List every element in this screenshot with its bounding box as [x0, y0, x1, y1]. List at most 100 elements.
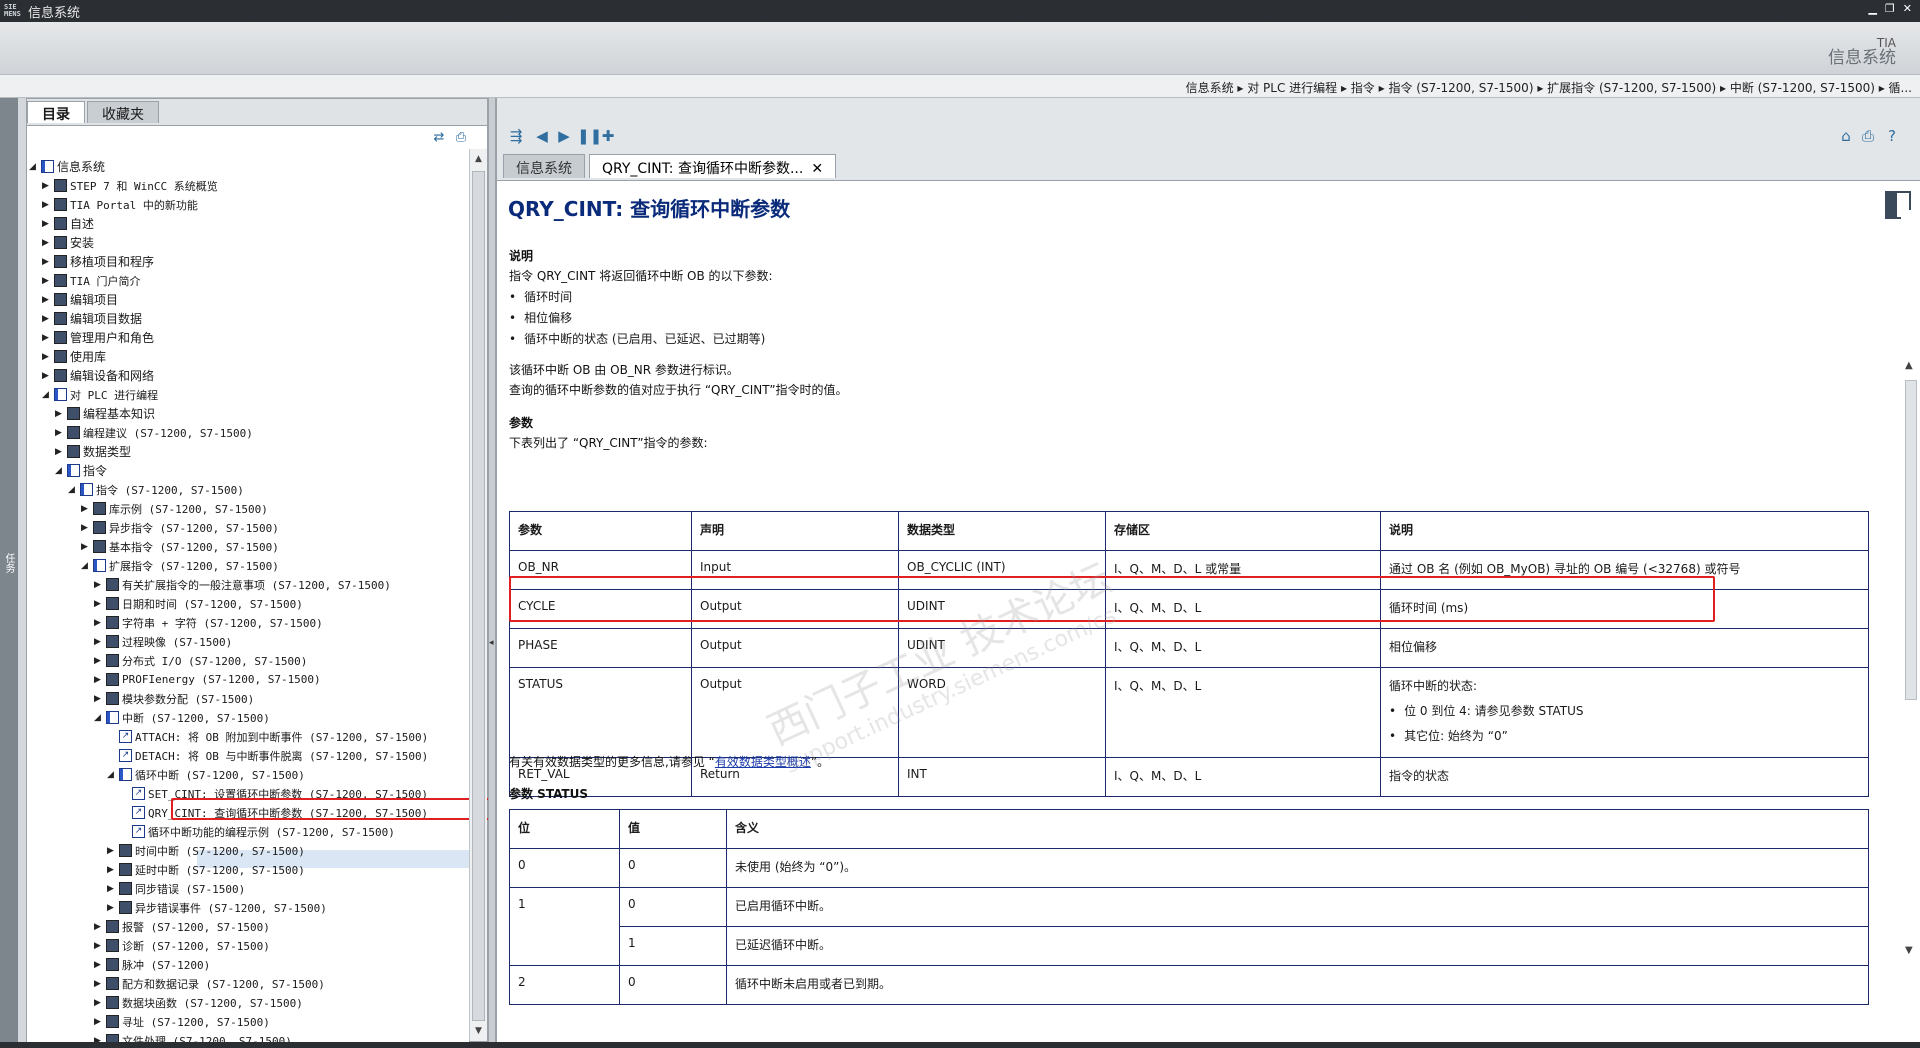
tree-item[interactable]: ◢ 指令: [55, 461, 107, 480]
collapsed-arrow-icon[interactable]: ▶: [81, 504, 93, 514]
tree-item[interactable]: ▶ 字符串 + 字符 (S7-1200, S7-1500): [94, 613, 323, 632]
collapsed-arrow-icon[interactable]: ▶: [94, 599, 106, 609]
tree-item[interactable]: ▶ TIA Portal 中的新功能: [42, 195, 198, 214]
expanded-arrow-icon[interactable]: ◢: [107, 770, 119, 780]
expanded-arrow-icon[interactable]: ◢: [42, 390, 54, 400]
collapsed-arrow-icon[interactable]: ▶: [94, 979, 106, 989]
tree-item[interactable]: ▶ 编辑项目: [42, 290, 118, 309]
tree-item[interactable]: ↗ ATTACH: 将 OB 附加到中断事件 (S7-1200, S7-1500): [107, 727, 428, 746]
tree-item[interactable]: ▶ 编程建议 (S7-1200, S7-1500): [55, 423, 253, 442]
tree-item[interactable]: ▶ 库示例 (S7-1200, S7-1500): [81, 499, 268, 518]
breadcrumb[interactable]: 信息系统 ▸ 对 PLC 进行编程 ▸ 指令 ▸ 指令 (S7-1200, S7…: [0, 74, 1920, 98]
tree-item[interactable]: ↗ DETACH: 将 OB 与中断事件脱离 (S7-1200, S7-1500): [107, 746, 428, 765]
tree-item[interactable]: ◢ 循环中断 (S7-1200, S7-1500): [107, 765, 305, 784]
collapsed-arrow-icon[interactable]: ▶: [107, 884, 119, 894]
collapsed-arrow-icon[interactable]: ▶: [55, 447, 67, 457]
scroll-up-icon[interactable]: ▲: [472, 151, 485, 167]
task-strip[interactable]: 任务: [0, 98, 18, 1042]
tab-qry-cint[interactable]: QRY_CINT: 查询循环中断参数... ✕: [589, 154, 837, 178]
scroll-thumb[interactable]: [472, 171, 485, 1021]
tree-item[interactable]: ▶ 编辑项目数据: [42, 309, 142, 328]
tree-item[interactable]: ▶ STEP 7 和 WinCC 系统概览: [42, 176, 218, 195]
home-icon[interactable]: ⌂: [1837, 127, 1855, 145]
collapsed-arrow-icon[interactable]: ▶: [42, 181, 54, 191]
tree-item[interactable]: ▶ PROFIenergy (S7-1200, S7-1500): [94, 670, 321, 689]
pane-splitter[interactable]: ◂: [488, 98, 496, 1042]
tree-item[interactable]: ▶ 数据类型: [55, 442, 131, 461]
tree-item[interactable]: ▶ 数据块函数 (S7-1200, S7-1500): [94, 993, 303, 1012]
collapsed-arrow-icon[interactable]: ▶: [81, 523, 93, 533]
collapse-arrow-icon[interactable]: ◂: [489, 638, 494, 648]
tree-item[interactable]: ◢ 中断 (S7-1200, S7-1500): [94, 708, 270, 727]
collapsed-arrow-icon[interactable]: ▶: [42, 352, 54, 362]
show-tree-icon[interactable]: ⇶: [507, 127, 525, 145]
pause-icon[interactable]: ❚❚: [577, 127, 602, 145]
data-types-link[interactable]: 有效数据类型概述: [715, 755, 811, 769]
tree-item[interactable]: ◢ 信息系统: [29, 157, 105, 176]
sync-icon[interactable]: ⇄: [431, 130, 447, 146]
collapsed-arrow-icon[interactable]: ▶: [94, 998, 106, 1008]
expanded-arrow-icon[interactable]: ◢: [29, 162, 41, 172]
tab-contents[interactable]: 目录: [27, 101, 85, 123]
collapsed-arrow-icon[interactable]: ▶: [107, 903, 119, 913]
tree-item[interactable]: ▶ 延时中断 (S7-1200, S7-1500): [107, 860, 305, 879]
bookmark-icon[interactable]: ✚: [599, 127, 617, 145]
tree-item[interactable]: ▶ 移植项目和程序: [42, 252, 154, 271]
tree-item[interactable]: ▶ 有关扩展指令的一般注意事项 (S7-1200, S7-1500): [94, 575, 391, 594]
tree-item[interactable]: ▶ 编辑设备和网络: [42, 366, 154, 385]
tree-item[interactable]: ▶ 使用库: [42, 347, 106, 366]
print-icon[interactable]: ⎙: [453, 130, 469, 146]
collapsed-arrow-icon[interactable]: ▶: [94, 675, 106, 685]
collapsed-arrow-icon[interactable]: ▶: [42, 276, 54, 286]
tree-scrollbar[interactable]: ▲ ▼: [469, 149, 487, 1041]
scroll-down-icon[interactable]: ▼: [1905, 945, 1913, 956]
scroll-down-icon[interactable]: ▼: [472, 1023, 485, 1039]
collapsed-arrow-icon[interactable]: ▶: [81, 542, 93, 552]
tree-item[interactable]: ▶ 报警 (S7-1200, S7-1500): [94, 917, 270, 936]
forward-icon[interactable]: ▶: [555, 127, 573, 145]
minimize-icon[interactable]: ▁: [1868, 2, 1876, 15]
tree-item[interactable]: ▶ 同步错误 (S7-1500): [107, 879, 245, 898]
collapsed-arrow-icon[interactable]: ▶: [94, 694, 106, 704]
help-icon[interactable]: ?: [1883, 127, 1901, 145]
tree-item[interactable]: ▶ 诊断 (S7-1200, S7-1500): [94, 936, 270, 955]
expanded-arrow-icon[interactable]: ◢: [81, 561, 93, 571]
restore-icon[interactable]: ❐: [1885, 2, 1895, 15]
collapsed-arrow-icon[interactable]: ▶: [42, 219, 54, 229]
tree-item[interactable]: ↗ 循环中断功能的编程示例 (S7-1200, S7-1500): [120, 822, 395, 841]
collapsed-arrow-icon[interactable]: ▶: [42, 257, 54, 267]
collapsed-arrow-icon[interactable]: ▶: [55, 409, 67, 419]
collapsed-arrow-icon[interactable]: ▶: [107, 846, 119, 856]
collapsed-arrow-icon[interactable]: ▶: [94, 580, 106, 590]
collapsed-arrow-icon[interactable]: ▶: [94, 618, 106, 628]
collapsed-arrow-icon[interactable]: ▶: [94, 960, 106, 970]
tree-item[interactable]: ▶ 日期和时间 (S7-1200, S7-1500): [94, 594, 303, 613]
collapsed-arrow-icon[interactable]: ▶: [42, 238, 54, 248]
collapsed-arrow-icon[interactable]: ▶: [94, 656, 106, 666]
collapsed-arrow-icon[interactable]: ▶: [42, 314, 54, 324]
tree-item[interactable]: ▶ 过程映像 (S7-1500): [94, 632, 232, 651]
tree-item[interactable]: ▶ 自述: [42, 214, 94, 233]
collapsed-arrow-icon[interactable]: ▶: [42, 333, 54, 343]
scroll-thumb[interactable]: [1905, 380, 1917, 700]
tree-item[interactable]: ▶ 异步错误事件 (S7-1200, S7-1500): [107, 898, 327, 917]
tree-item[interactable]: ▶ 分布式 I/O (S7-1200, S7-1500): [94, 651, 307, 670]
collapsed-arrow-icon[interactable]: ▶: [94, 941, 106, 951]
tree-item[interactable]: ▶ 寻址 (S7-1200, S7-1500): [94, 1012, 270, 1031]
scroll-up-icon[interactable]: ▲: [1905, 360, 1913, 371]
tree-item[interactable]: ▶ 配方和数据记录 (S7-1200, S7-1500): [94, 974, 325, 993]
print-icon[interactable]: ⎙: [1859, 127, 1877, 145]
content-scrollbar[interactable]: ▲ ▼: [1901, 210, 1920, 960]
collapsed-arrow-icon[interactable]: ▶: [55, 428, 67, 438]
collapsed-arrow-icon[interactable]: ▶: [94, 637, 106, 647]
expanded-arrow-icon[interactable]: ◢: [55, 466, 67, 476]
tree-item[interactable]: ▶ 模块参数分配 (S7-1500): [94, 689, 254, 708]
close-tab-icon[interactable]: ✕: [811, 161, 823, 177]
tree-item[interactable]: ▶ 基本指令 (S7-1200, S7-1500): [81, 537, 279, 556]
tree-item[interactable]: ◢ 对 PLC 进行编程: [42, 385, 158, 404]
tree-item[interactable]: ▶ 编程基本知识: [55, 404, 155, 423]
tree-item[interactable]: ▶ TIA 门户简介: [42, 271, 141, 290]
tree-item[interactable]: ▶ 管理用户和角色: [42, 328, 154, 347]
tree-item[interactable]: ▶ 时间中断 (S7-1200, S7-1500): [107, 841, 305, 860]
collapsed-arrow-icon[interactable]: ▶: [94, 922, 106, 932]
